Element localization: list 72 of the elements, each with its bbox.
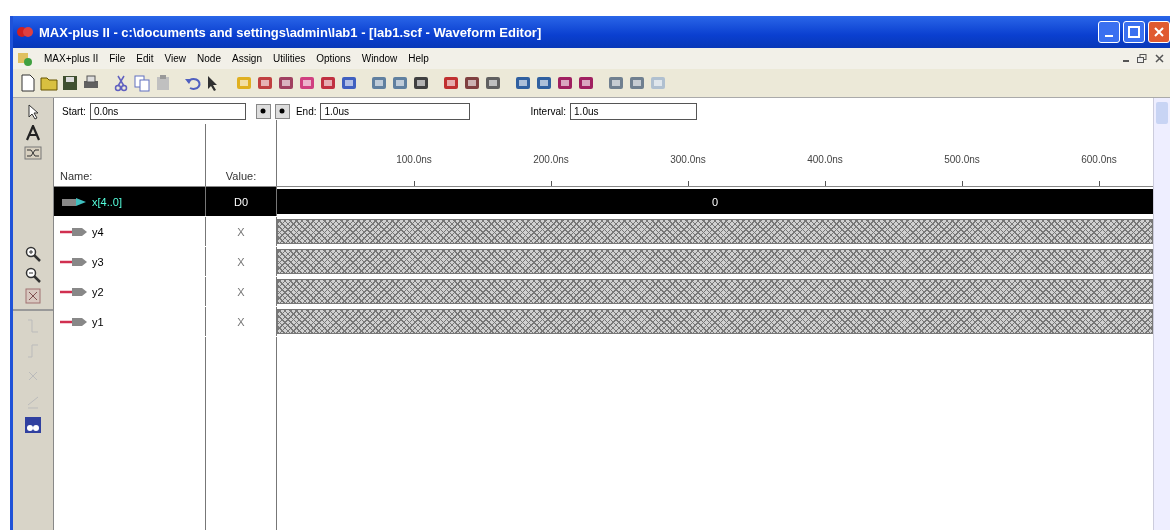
end-field[interactable]: 1.0us bbox=[320, 102, 471, 120]
dot-icon bbox=[278, 107, 287, 115]
signal-row[interactable]: y1 X bbox=[54, 307, 1153, 337]
maximize-button[interactable] bbox=[1123, 21, 1145, 43]
signal-name: y2 bbox=[92, 285, 104, 298]
signal-name: y4 bbox=[92, 225, 104, 238]
menu-item[interactable]: Window bbox=[361, 53, 398, 64]
document-icon[interactable] bbox=[19, 74, 37, 92]
counter-tool-icon[interactable] bbox=[24, 416, 42, 434]
close-icon[interactable] bbox=[1155, 53, 1164, 63]
restore-icon[interactable] bbox=[1137, 53, 1147, 64]
document-app-icon bbox=[17, 51, 33, 66]
start-field[interactable]: 0.0ns bbox=[89, 102, 246, 120]
zoom-in-icon[interactable] bbox=[25, 246, 41, 262]
fit-window-icon[interactable] bbox=[25, 288, 41, 304]
value-column-header: Value: bbox=[206, 120, 277, 186]
toolbar-tool-icon[interactable] bbox=[319, 74, 337, 92]
pointer-tool-icon[interactable] bbox=[26, 104, 40, 120]
toolbar-tool-icon[interactable] bbox=[442, 74, 460, 92]
vertical-scrollbar[interactable] bbox=[1153, 98, 1170, 530]
signal-row[interactable]: x[4..0] D0 0 bbox=[54, 187, 1153, 217]
interval-field[interactable]: 1.0us bbox=[570, 102, 698, 120]
text-tool-icon[interactable] bbox=[25, 125, 41, 141]
window-title: MAX-plus II - c:\documents and settings\admin\lab1 - [lab1.scf - Waveform Editor] bbox=[39, 24, 543, 40]
signal-name: y1 bbox=[92, 315, 104, 328]
waveform-value: 0 bbox=[711, 195, 719, 208]
minimize-button[interactable] bbox=[1098, 21, 1120, 43]
dot-icon bbox=[259, 107, 268, 115]
scissors-icon[interactable] bbox=[112, 74, 130, 92]
copy-icon[interactable] bbox=[133, 74, 151, 92]
toolbar-tool-icon[interactable] bbox=[256, 74, 274, 92]
menu-item[interactable]: Node bbox=[197, 53, 221, 64]
toolbar-tool-icon[interactable] bbox=[340, 74, 358, 92]
minimize-icon bbox=[1105, 35, 1113, 37]
toolbar-tool-icon[interactable] bbox=[556, 74, 574, 92]
zoom-out-icon[interactable] bbox=[25, 267, 41, 283]
close-button[interactable] bbox=[1148, 21, 1170, 43]
previous-transition-button[interactable] bbox=[255, 103, 271, 119]
time-ruler: 100.0ns 200.0ns 300.0ns 400.0ns 500.0ns 600.0ns bbox=[277, 124, 1153, 186]
start-label: Start: bbox=[62, 105, 86, 117]
toolbar-tool-icon[interactable] bbox=[484, 74, 502, 92]
signal-name: x[4..0] bbox=[92, 195, 122, 208]
menu-item[interactable]: Edit bbox=[136, 53, 154, 64]
signal-row[interactable]: y4 X bbox=[54, 217, 1153, 247]
signal-name: y3 bbox=[92, 255, 104, 268]
menu-item[interactable]: Options bbox=[316, 53, 351, 64]
end-label: End: bbox=[295, 105, 317, 117]
menu-item[interactable]: Utilities bbox=[273, 53, 306, 64]
toolbar-tool-icon[interactable] bbox=[535, 74, 553, 92]
waveform-tool-icon[interactable] bbox=[24, 146, 42, 160]
menu-item[interactable]: Assign bbox=[231, 53, 262, 64]
save-icon[interactable] bbox=[61, 74, 79, 92]
signal-row[interactable]: y2 X bbox=[54, 277, 1153, 307]
name-column-header: Name: bbox=[54, 124, 206, 186]
signal-row[interactable]: y3 X bbox=[54, 247, 1153, 277]
menu-item[interactable]: View bbox=[164, 53, 187, 64]
toolbar-tool-icon[interactable] bbox=[298, 74, 316, 92]
toolbar-tool-icon[interactable] bbox=[577, 74, 595, 92]
next-transition-button[interactable] bbox=[274, 103, 290, 119]
app-icon bbox=[17, 25, 33, 39]
toolbar-tool-icon[interactable] bbox=[277, 74, 295, 92]
toolbar-tool-icon[interactable] bbox=[514, 74, 532, 92]
toolbar-tool-icon[interactable] bbox=[463, 74, 481, 92]
menu-item[interactable]: MAX+plus II bbox=[44, 53, 99, 64]
toolbar-tool-icon[interactable] bbox=[412, 74, 430, 92]
menu-item[interactable]: Help bbox=[408, 53, 429, 64]
interval-label: Interval: bbox=[530, 105, 567, 117]
menu-item[interactable]: File bbox=[109, 53, 126, 64]
signal-value: D0 bbox=[206, 187, 277, 216]
close-icon bbox=[1153, 26, 1165, 38]
minimize-icon[interactable] bbox=[1123, 59, 1129, 62]
maximize-icon bbox=[1128, 26, 1140, 38]
